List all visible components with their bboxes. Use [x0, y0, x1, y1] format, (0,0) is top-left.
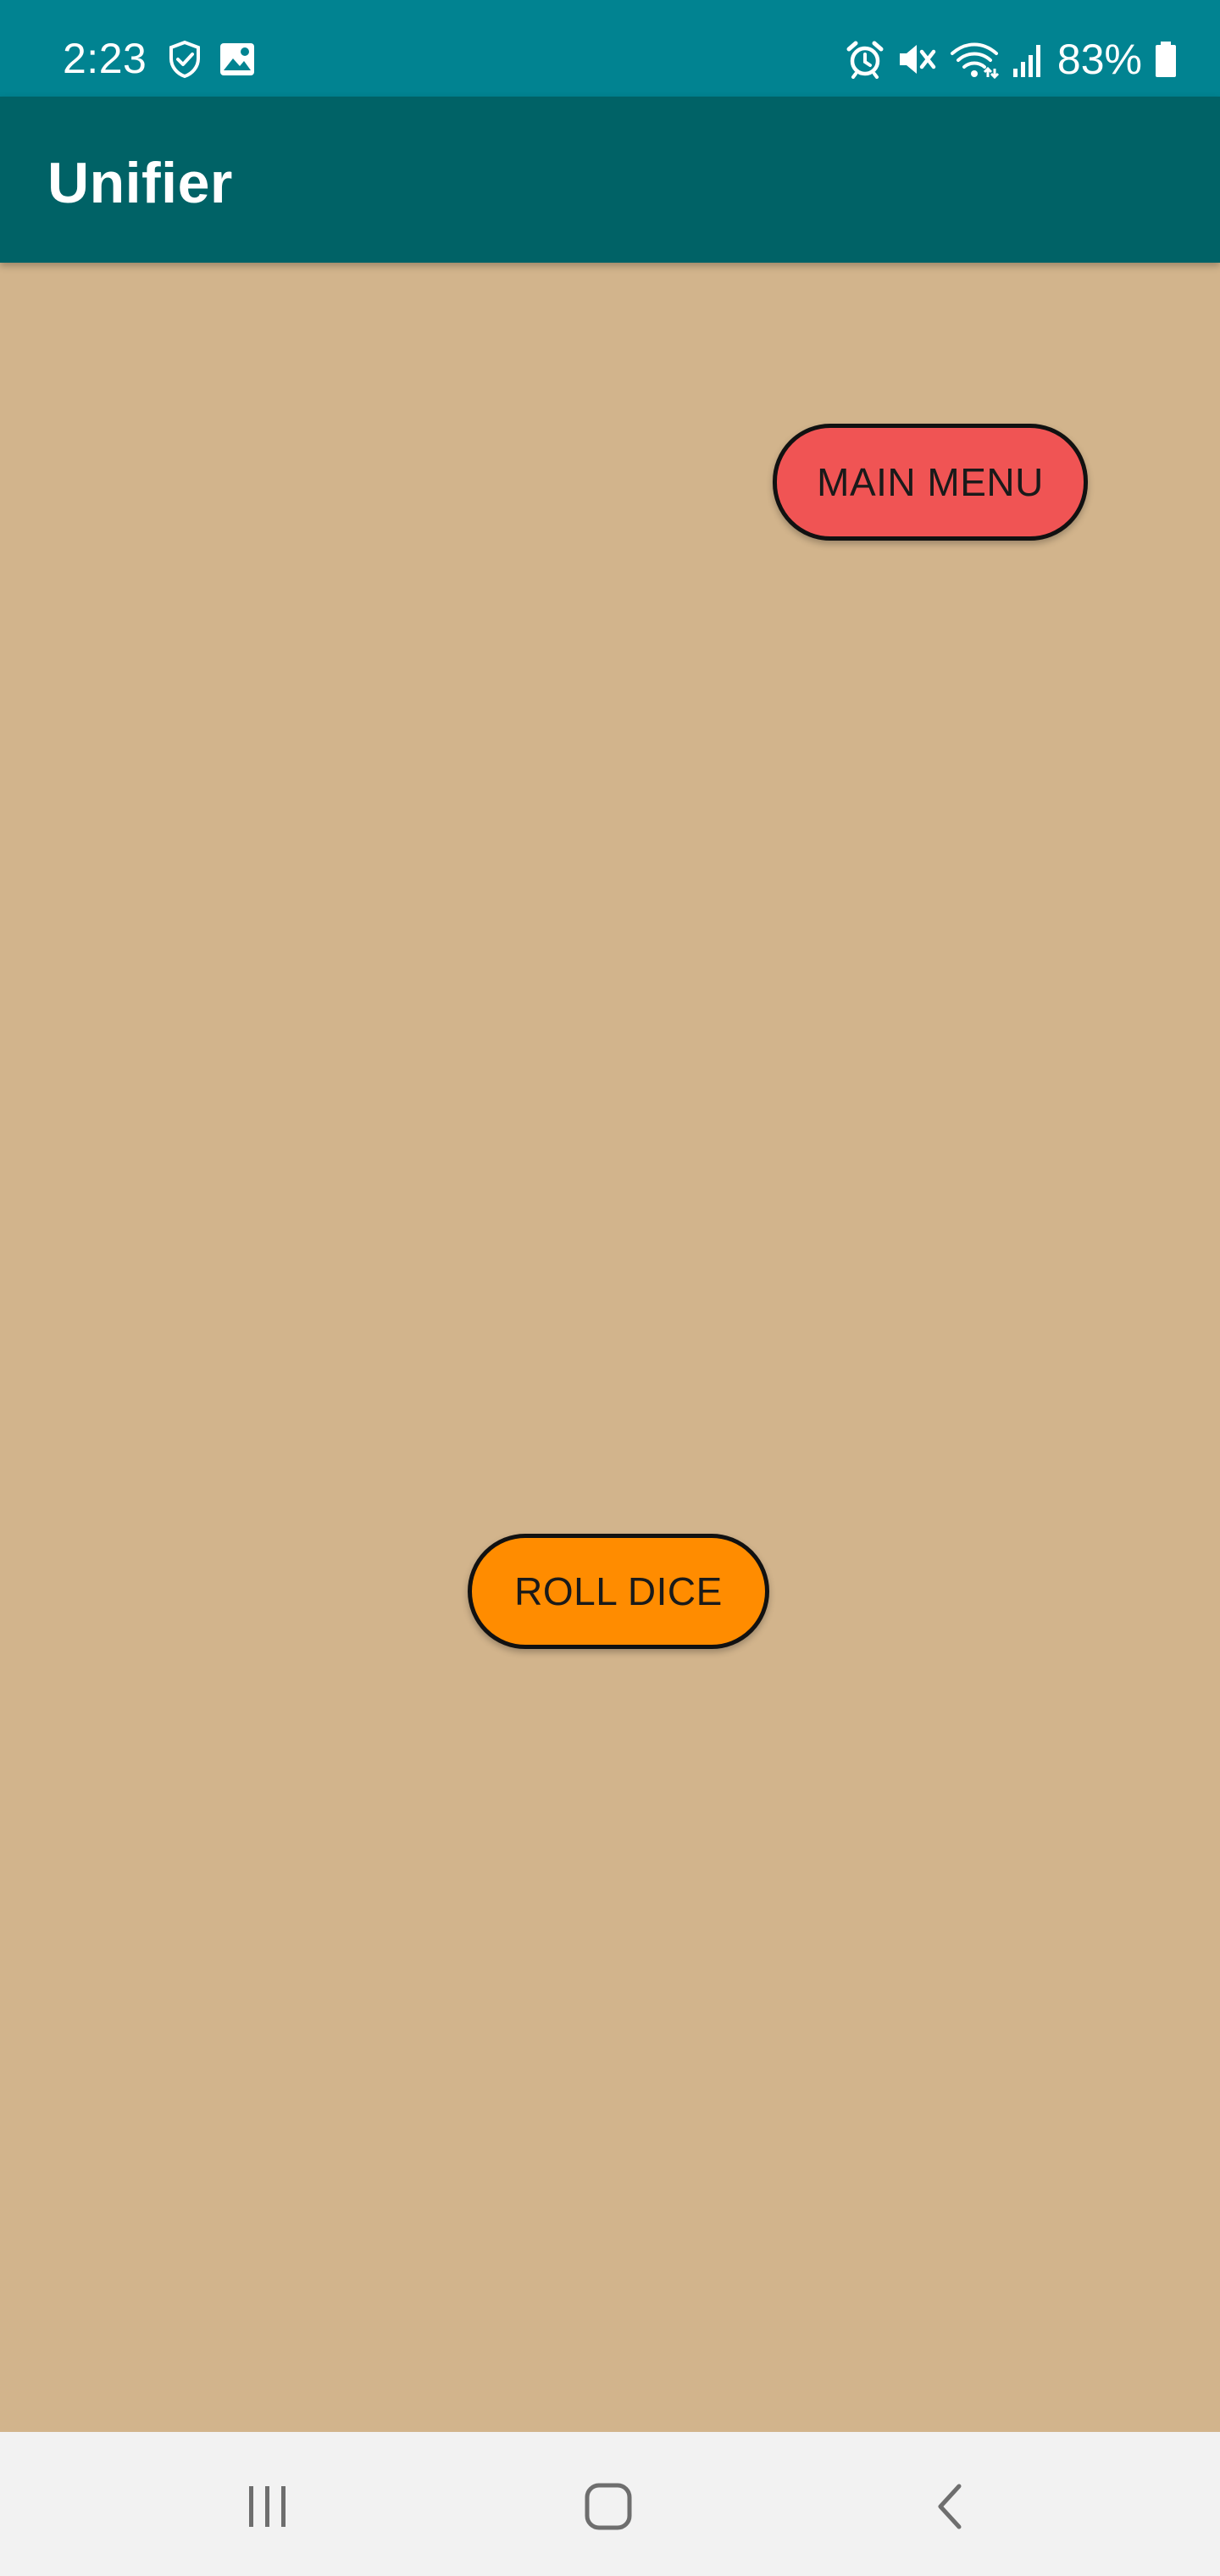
- back-button[interactable]: [898, 2464, 1000, 2549]
- main-menu-label: MAIN MENU: [817, 460, 1044, 504]
- status-right-icons: 83%: [846, 34, 1178, 85]
- main-menu-button[interactable]: MAIN MENU: [773, 424, 1088, 541]
- home-icon: [583, 2481, 634, 2532]
- battery-icon: [1154, 40, 1178, 79]
- signal-icon: [1012, 40, 1045, 79]
- recents-button[interactable]: [217, 2464, 319, 2549]
- home-button[interactable]: [557, 2464, 659, 2549]
- image-icon: [219, 42, 256, 77]
- shield-check-icon: [168, 40, 202, 79]
- recents-icon: [242, 2483, 293, 2530]
- wifi-icon: [949, 40, 1000, 79]
- roll-dice-label: ROLL DICE: [514, 1569, 723, 1613]
- app-title: Unifier: [47, 151, 233, 215]
- main-content: MAIN MENU ROLL DICE: [0, 263, 1220, 2432]
- roll-dice-button[interactable]: ROLL DICE: [468, 1534, 769, 1649]
- back-icon: [930, 2481, 968, 2532]
- app-bar: Unifier: [0, 97, 1220, 263]
- status-left-icons: [168, 37, 256, 81]
- battery-percent: 83%: [1056, 36, 1142, 83]
- navigation-bar: [0, 2432, 1220, 2576]
- status-time: 2:23: [63, 35, 147, 82]
- mute-icon: [896, 40, 937, 79]
- alarm-icon: [846, 40, 884, 79]
- status-bar: 2:23 83%: [0, 0, 1220, 97]
